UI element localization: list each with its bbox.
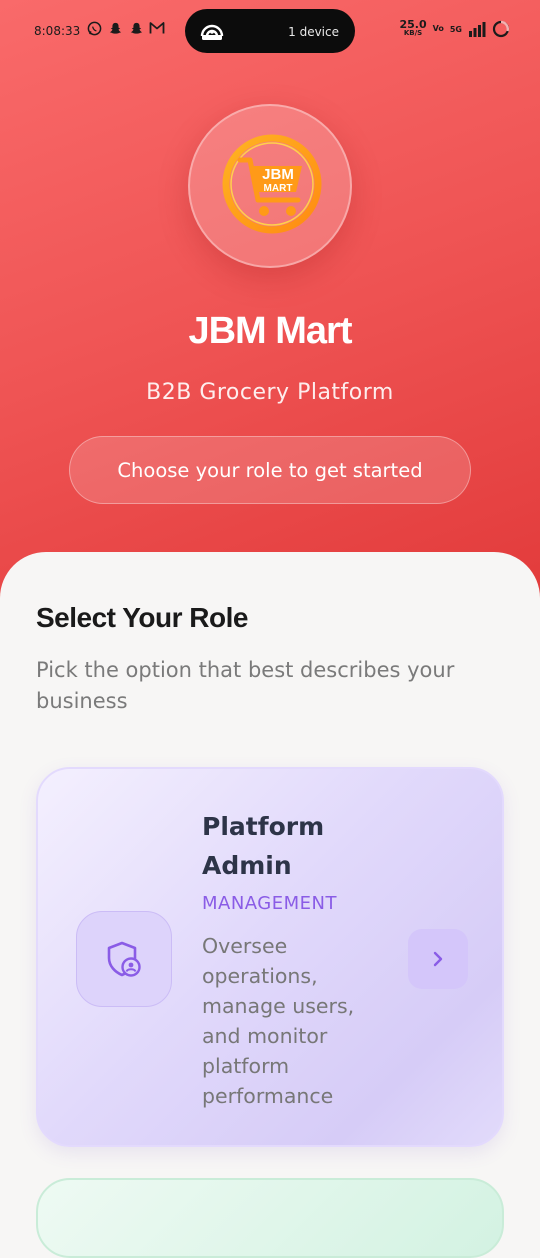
app-subtitle: B2B Grocery Platform [146,380,394,405]
role-card-platform-admin[interactable]: Platform Admin MANAGEMENT Oversee operat… [36,767,504,1147]
choose-role-badge: Choose your role to get started [69,436,471,504]
signal-icon [469,22,486,37]
role-card-tag: MANAGEMENT [202,893,337,914]
snapchat-icon [107,20,123,36]
role-card-next[interactable] [36,1178,504,1258]
gmail-icon [149,20,165,36]
snapchat-icon-2 [128,20,144,36]
network-type-label: 5G [449,24,462,34]
hero-banner [0,0,540,600]
status-right-icons: 25.0 KB/S Vo 5G [399,18,510,38]
app-title: JBM Mart [188,310,352,352]
notification-icons [86,20,165,36]
battery-ring-icon [492,20,510,38]
volte-label: Vo [432,24,444,33]
network-speed: 25.0 KB/S [399,18,427,37]
hotspot-icon [200,24,224,40]
hotspot-device-count: 1 device [288,25,339,39]
section-subtitle: Pick the option that best describes your… [36,658,455,713]
logo-text-mart: MART [263,183,293,194]
logo-text-jbm: JBM [262,166,294,183]
status-bar: 8:08:33 1 device 25.0 KB/S Vo 5G [0,0,540,64]
role-card-description: Oversee operations, manage users, and mo… [202,934,355,1108]
whatsapp-icon [86,20,102,36]
status-time: 8:08:33 [34,24,81,38]
chevron-right-icon[interactable] [408,929,468,989]
role-card-title: Platform Admin [202,812,325,880]
hotspot-pill[interactable]: 1 device [185,9,355,53]
shield-user-icon [76,911,172,1007]
logo-container: JBM MART [188,104,352,268]
section-title: Select Your Role [36,602,248,633]
